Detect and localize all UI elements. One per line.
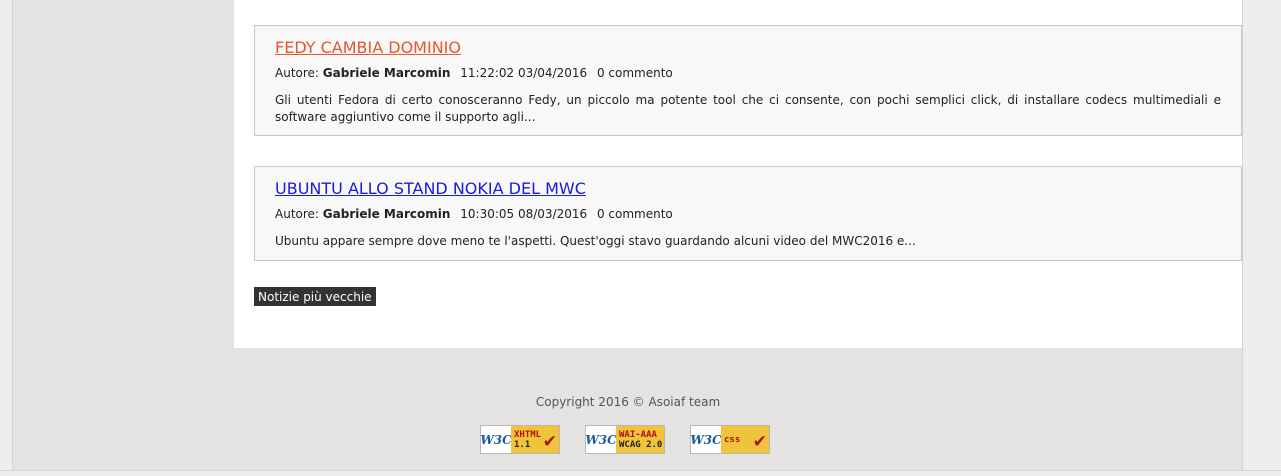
post-title-link[interactable]: FEDY CAMBIA DOMINIO [275,38,1221,58]
badge-line1: WAI-AAA [619,429,657,440]
post-datetime: 10:30:05 08/03/2016 [460,207,588,221]
left-page-margin [0,0,13,475]
w3c-css-badge-icon[interactable]: W3C css ✔ [690,425,770,454]
w3c-wcag-badge-icon[interactable]: W3C WAI-AAA WCAG 2.0 [585,425,665,454]
w3c-xhtml-badge-icon[interactable]: W3C XHTML 1.1 ✔ [480,425,560,454]
footer-copyright: Copyright 2016 © Asoiaf team [535,395,721,409]
checkmark-icon: ✔ [542,432,557,452]
w3c-logo: W3C [690,432,722,447]
main-content: FEDY CAMBIA DOMINIO Autore: Gabriele Mar… [234,0,1242,348]
w3c-logo: W3C [585,432,617,447]
post-excerpt: Ubuntu appare sempre dove meno te l'aspe… [275,234,916,248]
badge-line2: WCAG 2.0 [619,439,663,450]
right-page-margin [1242,0,1281,475]
w3c-logo: W3C [480,432,512,447]
checkmark-icon: ✔ [752,432,767,452]
comment-count: 0 commento [596,207,673,221]
author-label: Autore: [275,207,319,221]
older-posts-button[interactable]: Notizie più vecchie [254,287,376,306]
post-title-link[interactable]: UBUNTU ALLO STAND NOKIA DEL MWC [275,179,1221,199]
post-card: FEDY CAMBIA DOMINIO Autore: Gabriele Mar… [254,25,1242,136]
post-meta: Autore: Gabriele Marcomin 10:30:05 08/03… [275,207,1221,222]
author-label: Autore: [275,66,319,80]
author-name: Gabriele Marcomin [322,66,451,80]
post-datetime: 11:22:02 03/04/2016 [460,66,588,80]
post-meta: Autore: Gabriele Marcomin 11:22:02 03/04… [275,66,1221,81]
post-excerpt: Gli utenti Fedora di certo conosceranno … [275,93,1221,124]
post-card: UBUNTU ALLO STAND NOKIA DEL MWC Autore: … [254,166,1242,261]
author-name: Gabriele Marcomin [322,207,451,221]
bottom-page-margin [0,470,1281,476]
comment-count: 0 commento [596,66,673,80]
